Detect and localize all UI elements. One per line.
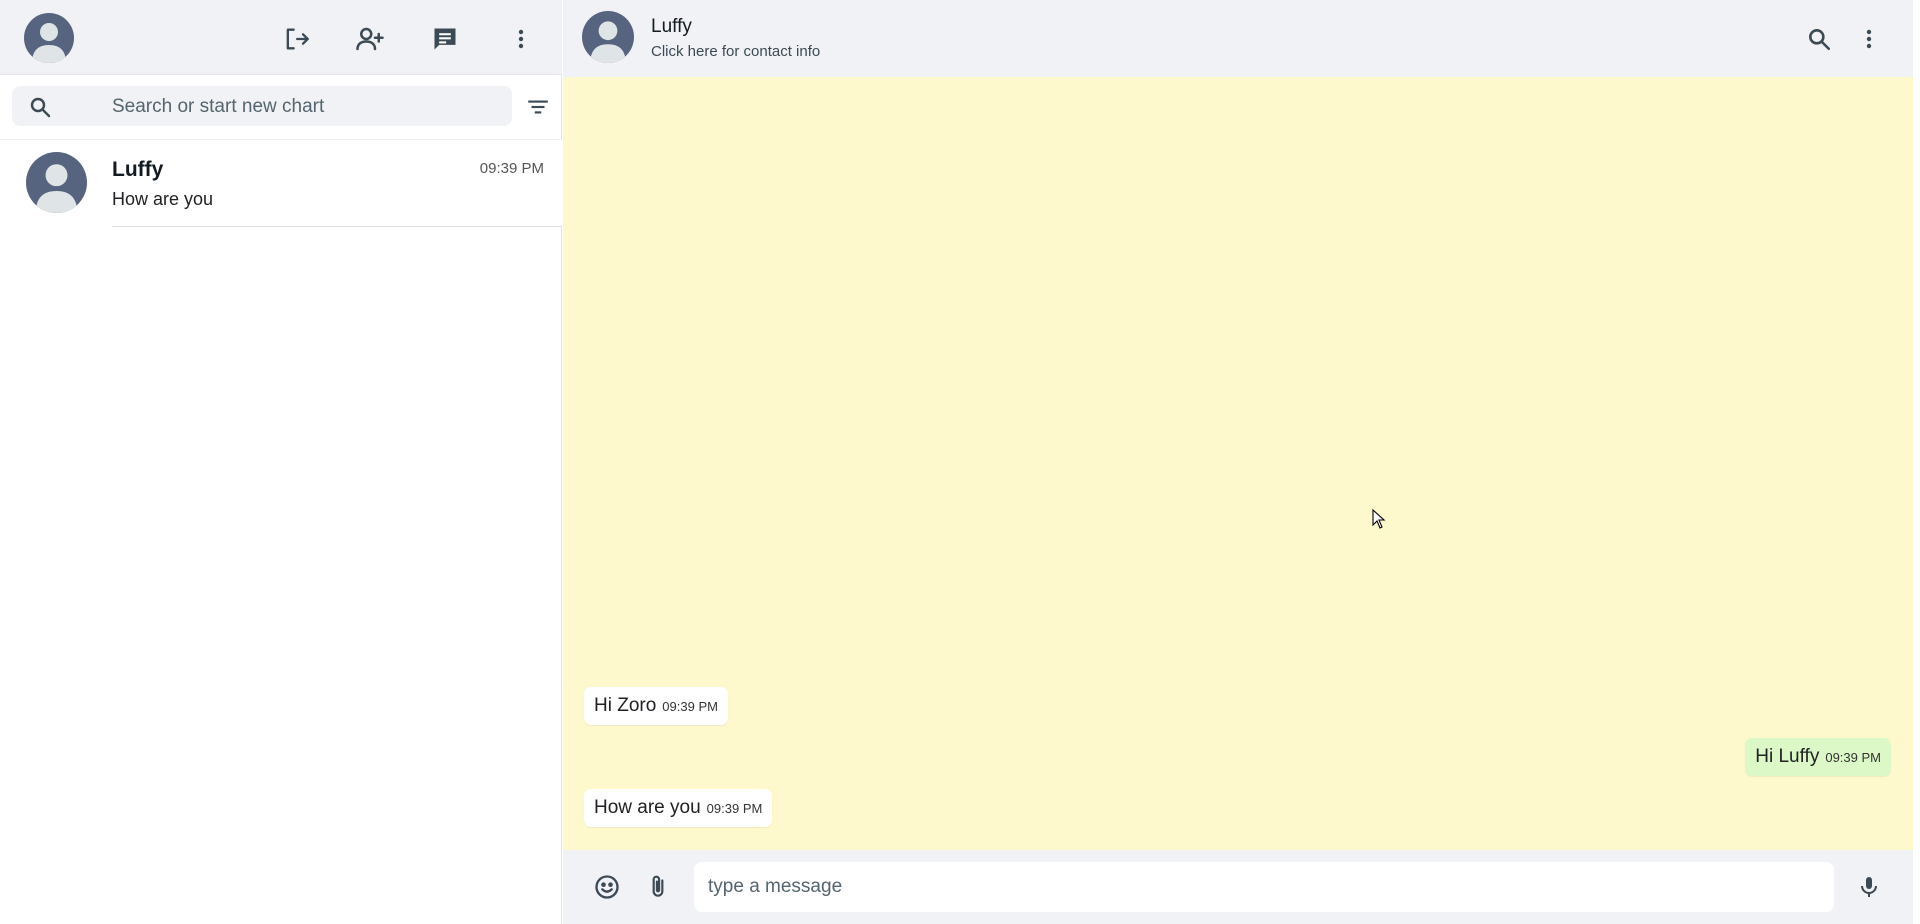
sidebar-menu-button[interactable] — [501, 19, 541, 59]
more-vert-icon — [509, 27, 533, 51]
message-input[interactable] — [694, 862, 1834, 912]
chat-last-message: How are you — [112, 189, 214, 209]
message-bubble-incoming: Hi Zoro 09:39 PM — [584, 687, 728, 725]
search-icon — [1806, 26, 1832, 52]
message-text: Hi Zoro — [594, 695, 657, 716]
contact-info-link[interactable]: Click here for contact info — [651, 43, 820, 60]
message-time: 09:39 PM — [706, 801, 763, 816]
message-time: 09:39 PM — [1825, 750, 1881, 765]
paperclip-icon — [645, 873, 671, 901]
add-contact-icon — [355, 24, 385, 54]
search-icon[interactable] — [28, 95, 52, 119]
emoji-button[interactable] — [587, 867, 627, 907]
logout-icon — [282, 25, 310, 53]
chat-menu-button[interactable] — [1849, 19, 1889, 59]
chat-avatar — [26, 152, 87, 213]
conversation-header[interactable]: Luffy Click here for contact info — [563, 0, 1913, 77]
chat-search-button[interactable] — [1799, 19, 1839, 59]
chat-list-item[interactable]: Luffy How are you 09:39 PM — [0, 140, 562, 227]
contact-avatar[interactable] — [582, 11, 634, 63]
filter-button[interactable] — [518, 87, 558, 127]
page-scrollbar[interactable] — [1913, 0, 1920, 924]
chat-name: Luffy — [112, 158, 164, 181]
search-box — [12, 86, 512, 128]
search-row — [0, 75, 562, 140]
chat-sidebar: Luffy How are you 09:39 PM — [0, 0, 562, 924]
mouse-cursor-icon — [1372, 509, 1386, 529]
filter-icon — [525, 94, 551, 120]
message-bubble-outgoing: Hi Luffy 09:39 PM — [1745, 738, 1891, 776]
conversation-panel: Luffy Click here for contact info Hi Zor… — [563, 0, 1913, 924]
chat-time: 09:39 PM — [479, 160, 544, 177]
more-vert-icon — [1857, 27, 1881, 51]
contact-name[interactable]: Luffy — [651, 16, 692, 38]
message-text: Hi Luffy — [1755, 746, 1820, 767]
message-bubble-incoming: How are you 09:39 PM — [584, 789, 773, 827]
new-chat-button[interactable] — [425, 19, 465, 59]
logout-button[interactable] — [276, 19, 316, 59]
sidebar-header — [0, 0, 562, 75]
new-chat-icon — [431, 25, 459, 53]
emoji-icon — [593, 873, 621, 901]
search-input[interactable] — [110, 86, 504, 128]
message-time: 09:39 PM — [662, 699, 718, 714]
message-composer — [563, 850, 1913, 924]
message-area: Hi Zoro 09:39 PM Hi Luffy 09:39 PM How are… — [563, 77, 1913, 850]
attach-button[interactable] — [638, 867, 678, 907]
message-text: How are you — [594, 797, 701, 818]
chat-divider — [112, 226, 562, 227]
microphone-icon — [1857, 873, 1881, 901]
profile-avatar[interactable] — [24, 13, 74, 63]
add-contact-button[interactable] — [350, 19, 390, 59]
voice-button[interactable] — [1849, 867, 1889, 907]
